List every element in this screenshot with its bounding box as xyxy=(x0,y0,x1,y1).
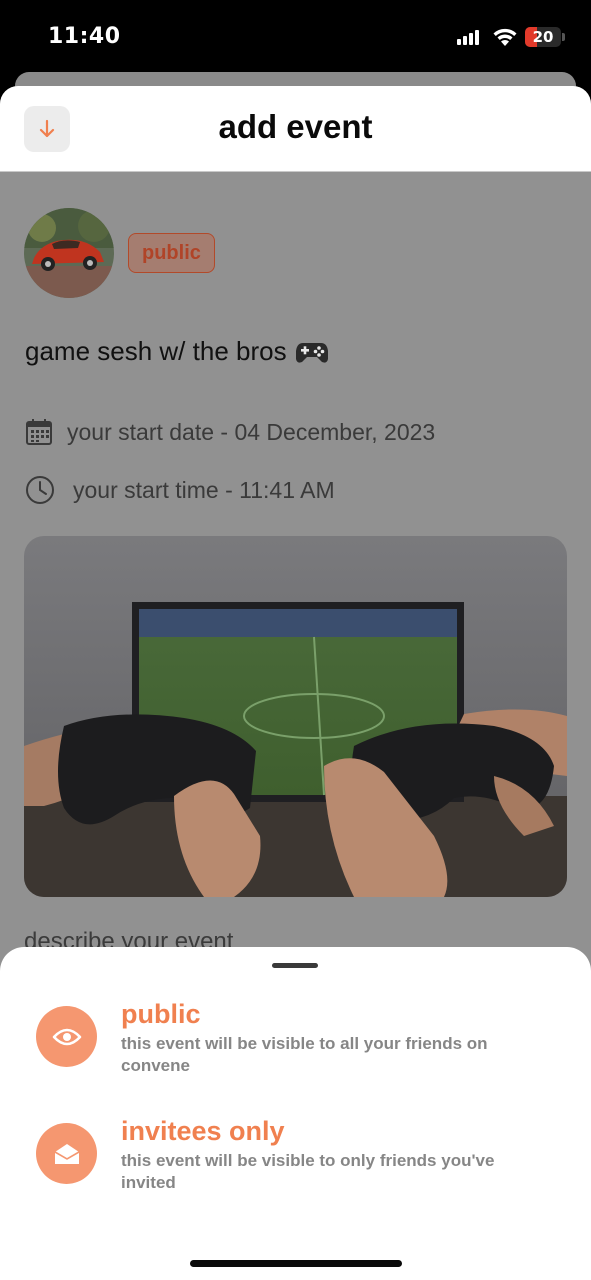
avatar[interactable] xyxy=(24,208,114,298)
wifi-icon xyxy=(493,28,517,46)
status-time: 11:40 xyxy=(48,24,121,49)
event-name[interactable]: game sesh w/ the bros xyxy=(25,336,329,367)
sheet-grabber[interactable] xyxy=(272,963,318,968)
status-bar: 11:40 20 xyxy=(0,0,591,72)
option-public-title: public xyxy=(121,999,201,1029)
battery-tip xyxy=(562,33,565,41)
start-time-label: your start time - 11:41 AM xyxy=(73,476,335,503)
page-title: add event xyxy=(218,108,373,145)
sheet-header: add event xyxy=(0,86,591,172)
start-time-row[interactable]: your start time - 11:41 AM xyxy=(25,475,335,505)
eye-icon xyxy=(52,1028,81,1045)
start-date-label: your start date - 04 December, 2023 xyxy=(67,418,436,445)
event-name-text: game sesh w/ the bros xyxy=(25,336,287,366)
visibility-badge[interactable]: public xyxy=(128,233,215,273)
event-cover-photo[interactable] xyxy=(24,536,567,897)
calendar-icon xyxy=(26,419,52,445)
start-date-row[interactable]: your start date - 04 December, 2023 xyxy=(25,418,435,446)
visibility-bottom-sheet: public this event will be visible to all… xyxy=(0,947,591,1280)
gaming-photo xyxy=(24,536,567,897)
option-invitees-description: this event will be visible to only frien… xyxy=(121,1151,495,1192)
game-controller-icon xyxy=(295,342,328,363)
option-public[interactable]: public this event will be visible to all… xyxy=(0,997,591,1087)
car-photo xyxy=(24,208,114,298)
battery-icon: 20 xyxy=(525,27,561,47)
home-indicator[interactable] xyxy=(190,1260,402,1267)
option-public-icon-circle xyxy=(36,1006,97,1067)
battery-level: 20 xyxy=(532,28,554,46)
option-public-description: this event will be visible to all your f… xyxy=(121,1034,488,1075)
envelope-open-icon xyxy=(54,1143,79,1164)
cellular-signal-icon xyxy=(457,29,483,45)
option-invitees-icon-circle xyxy=(36,1123,97,1184)
option-invitees-title: invitees only xyxy=(121,1116,285,1146)
clock-icon xyxy=(26,476,54,504)
option-invitees-only[interactable]: invitees only this event will be visible… xyxy=(0,1114,591,1204)
